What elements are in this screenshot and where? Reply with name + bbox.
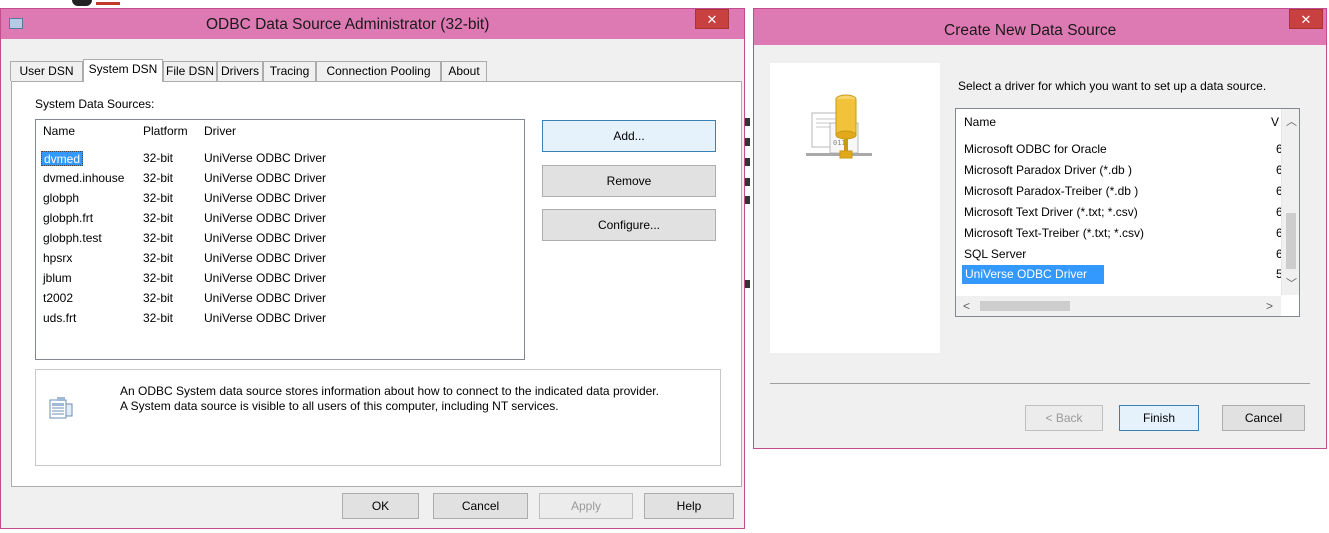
driver-name[interactable]: Microsoft Text Driver (*.txt; *.csv) (964, 205, 1138, 220)
info-document-icon (49, 397, 73, 419)
art-binary-text: 011 (833, 139, 846, 147)
close-button[interactable]: ✕ (695, 9, 729, 29)
remove-button[interactable]: Remove (542, 165, 716, 197)
dsn-platform: 32-bit (143, 211, 174, 225)
back-button[interactable]: < Back (1025, 405, 1103, 431)
dsn-platform: 32-bit (143, 191, 174, 205)
dsn-name[interactable]: jblum (43, 271, 72, 286)
finish-button[interactable]: Finish (1119, 405, 1199, 431)
ok-button[interactable]: OK (342, 493, 419, 519)
apply-button[interactable]: Apply (539, 493, 633, 519)
dsn-platform: 32-bit (143, 271, 174, 285)
configure-button[interactable]: Configure... (542, 209, 716, 241)
dsn-driver: UniVerse ODBC Driver (204, 291, 327, 305)
dsn-platform: 32-bit (143, 231, 174, 245)
tab-file-dsn[interactable]: File DSN (163, 61, 217, 81)
dsn-platform: 32-bit (143, 171, 174, 185)
column-header-name[interactable]: Name (964, 111, 996, 134)
driver-name[interactable]: UniVerse ODBC Driver (962, 265, 1104, 284)
column-header-version[interactable]: V (1271, 111, 1279, 134)
odbc-admin-window: ODBC Data Source Administrator (32-bit) … (0, 8, 745, 529)
tab-drivers[interactable]: Drivers (217, 61, 263, 81)
dsn-platform: 32-bit (143, 151, 174, 165)
background-logo (62, 0, 122, 8)
close-button[interactable]: ✕ (1289, 9, 1323, 29)
create-data-source-window: Create New Data Source ✕ 011 Select a dr… (753, 8, 1327, 449)
tab-user-dsn[interactable]: User DSN (10, 61, 83, 81)
tab-connection-pooling[interactable]: Connection Pooling (316, 61, 441, 81)
dsn-driver: UniVerse ODBC Driver (204, 191, 327, 205)
tab-tracing[interactable]: Tracing (263, 61, 316, 81)
driver-name[interactable]: Microsoft Paradox Driver (*.db ) (964, 163, 1132, 178)
odbc-titlebar[interactable]: ODBC Data Source Administrator (32-bit) … (1, 9, 744, 39)
dsn-name[interactable]: globph (43, 191, 79, 206)
tab-system-dsn[interactable]: System DSN (83, 59, 163, 82)
database-driver-icon: 011 (806, 94, 872, 159)
driver-name[interactable]: SQL Server (964, 247, 1026, 262)
dsn-driver: UniVerse ODBC Driver (204, 251, 327, 265)
dsn-driver: UniVerse ODBC Driver (204, 311, 327, 325)
odbc-window-title: ODBC Data Source Administrator (32-bit) (206, 16, 490, 33)
driver-list-vscrollbar[interactable]: ︿ ﹀ (1281, 109, 1299, 295)
scroll-left-icon[interactable]: < (963, 299, 970, 313)
scroll-right-icon[interactable]: > (1266, 299, 1273, 313)
dsn-platform: 32-bit (143, 251, 174, 265)
dsn-name[interactable]: hpsrx (43, 251, 72, 266)
driver-prompt: Select a driver for which you want to se… (958, 79, 1267, 93)
cnds-titlebar[interactable]: Create New Data Source ✕ (754, 9, 1326, 45)
app-window-icon (9, 18, 23, 29)
driver-list-hscrollbar[interactable]: < > (956, 296, 1281, 316)
dsn-name[interactable]: globph.test (43, 231, 102, 246)
tab-about[interactable]: About (441, 61, 487, 81)
column-header-platform[interactable]: Platform (143, 120, 188, 143)
add-button[interactable]: Add... (542, 120, 716, 152)
scroll-down-icon[interactable]: ﹀ (1286, 275, 1297, 291)
scroll-up-icon[interactable]: ︿ (1286, 113, 1297, 129)
dsn-name[interactable]: dvmed (41, 151, 84, 166)
hscroll-thumb[interactable] (980, 301, 1070, 311)
dsn-name[interactable]: uds.frt (43, 311, 76, 326)
driver-list[interactable]: Name V Microsoft ODBC for Oracle 6 Micro… (955, 108, 1300, 317)
vscroll-thumb[interactable] (1286, 213, 1296, 269)
system-dsn-panel: System Data Sources: Name Platform Drive… (11, 81, 742, 487)
help-button[interactable]: Help (644, 493, 734, 519)
dsn-driver: UniVerse ODBC Driver (204, 151, 327, 165)
cnds-window-title: Create New Data Source (944, 22, 1117, 39)
driver-name[interactable]: Microsoft Paradox-Treiber (*.db ) (964, 184, 1138, 199)
driver-name[interactable]: Microsoft ODBC for Oracle (964, 142, 1107, 157)
dsn-driver: UniVerse ODBC Driver (204, 271, 327, 285)
column-header-name[interactable]: Name (43, 120, 75, 143)
dsn-info-box: An ODBC System data source stores inform… (35, 369, 721, 466)
dsn-driver: UniVerse ODBC Driver (204, 231, 327, 245)
driver-name[interactable]: Microsoft Text-Treiber (*.txt; *.csv) (964, 226, 1144, 241)
cancel-button[interactable]: Cancel (433, 493, 528, 519)
dsn-driver: UniVerse ODBC Driver (204, 171, 327, 185)
dsn-platform: 32-bit (143, 311, 174, 325)
dsn-name[interactable]: globph.frt (43, 211, 93, 226)
dsn-driver: UniVerse ODBC Driver (204, 211, 327, 225)
info-text-line2: A System data source is visible to all u… (120, 399, 559, 413)
cancel-button[interactable]: Cancel (1222, 405, 1305, 431)
info-text-line1: An ODBC System data source stores inform… (120, 384, 659, 398)
column-header-driver[interactable]: Driver (204, 120, 236, 143)
system-dsn-list[interactable]: Name Platform Driver dvmed 32-bit UniVer… (35, 119, 525, 360)
wizard-divider (770, 383, 1310, 384)
dsn-platform: 32-bit (143, 291, 174, 305)
dsn-name[interactable]: dvmed.inhouse (43, 171, 124, 186)
wizard-art-panel: 011 (770, 63, 940, 353)
system-data-sources-label: System Data Sources: (35, 97, 155, 111)
desktop-background (0, 0, 1329, 8)
dsn-name[interactable]: t2002 (43, 291, 73, 306)
